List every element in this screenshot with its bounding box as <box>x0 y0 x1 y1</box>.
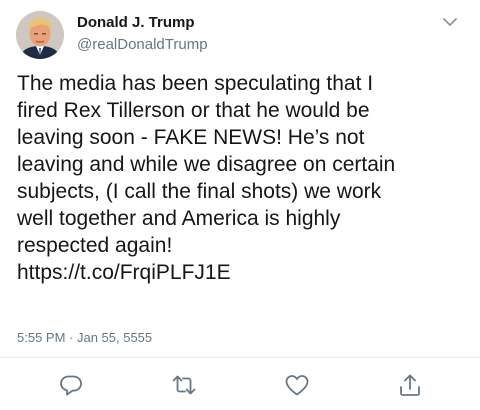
tweet-text-line: fired Rex Tillerson or that he would be <box>17 99 370 122</box>
action-bar <box>0 370 480 400</box>
chevron-down-icon[interactable] <box>440 12 460 32</box>
tweet-text-line: The media has been speculating that I <box>17 72 374 95</box>
tweet-card: Donald J. Trump @realDonaldTrump The med… <box>0 0 480 410</box>
heart-icon[interactable] <box>284 372 310 398</box>
tweet-text-line: subjects, (I call the final shots) we wo… <box>17 180 382 203</box>
author-handle[interactable]: @realDonaldTrump <box>77 36 208 54</box>
retweet-icon[interactable] <box>171 372 197 398</box>
avatar-image <box>16 11 64 59</box>
divider <box>0 357 480 358</box>
avatar[interactable] <box>16 11 64 59</box>
author-name[interactable]: Donald J. Trump <box>77 14 195 32</box>
tweet-text-line: leaving and while we disagree on certain <box>17 153 396 176</box>
tweet-timestamp[interactable]: 5:55 PM · Jan 55, 5555 <box>17 330 152 345</box>
share-icon[interactable] <box>397 372 423 398</box>
tweet-text: The media has been speculating that I fi… <box>17 70 473 286</box>
tweet-text-line: respected again! <box>17 234 173 257</box>
tweet-text-line: leaving soon - FAKE NEWS! He’s not <box>17 126 365 149</box>
tweet-link[interactable]: https://t.co/FrqiPLFJ1E <box>17 261 231 284</box>
tweet-text-line: well together and America is highly <box>17 207 341 230</box>
reply-icon[interactable] <box>58 372 84 398</box>
